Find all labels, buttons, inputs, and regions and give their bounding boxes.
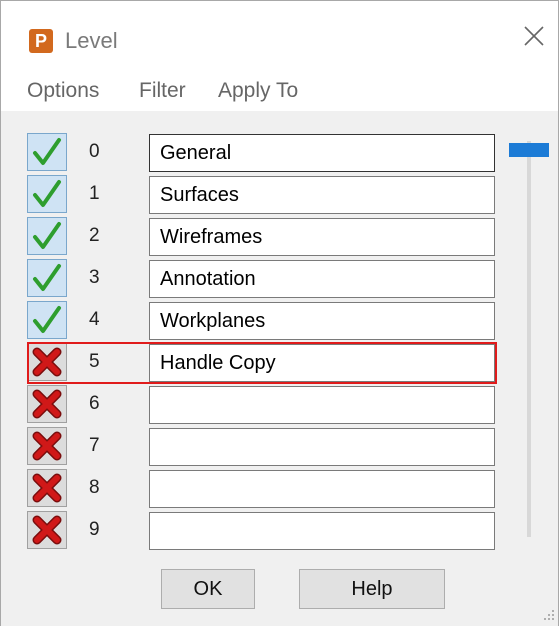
level-name-field[interactable]: Surfaces <box>149 176 495 214</box>
close-button[interactable] <box>519 21 549 51</box>
level-number: 9 <box>89 519 100 540</box>
level-name-field[interactable] <box>149 470 495 508</box>
level-number: 1 <box>89 183 100 204</box>
level-number: 3 <box>89 267 100 288</box>
ok-button[interactable]: OK <box>161 569 255 609</box>
level-row: 6 <box>1 385 521 427</box>
level-visibility-toggle[interactable] <box>27 175 67 213</box>
menu-options[interactable]: Options <box>27 79 99 103</box>
red-x-icon <box>32 515 62 545</box>
green-checkmark-icon <box>33 264 61 291</box>
level-name-field[interactable]: Annotation <box>149 260 495 298</box>
level-visibility-toggle[interactable] <box>27 259 67 297</box>
level-number: 7 <box>89 435 100 456</box>
level-row: 2 Wireframes <box>1 217 521 259</box>
level-name-field[interactable]: Handle Copy <box>149 344 495 382</box>
red-x-icon <box>32 473 62 503</box>
green-checkmark-icon <box>33 138 61 165</box>
level-row: 0 General <box>1 133 521 175</box>
level-row: 1 Surfaces <box>1 175 521 217</box>
level-name-field[interactable] <box>149 386 495 424</box>
resize-grip-icon[interactable] <box>541 607 555 621</box>
red-x-icon <box>32 389 62 419</box>
red-x-icon <box>32 347 62 377</box>
close-icon <box>524 26 544 46</box>
menu-filter[interactable]: Filter <box>139 79 186 103</box>
menu-bar: Options Filter Apply To <box>1 73 558 111</box>
help-button[interactable]: Help <box>299 569 445 609</box>
green-checkmark-icon <box>33 222 61 249</box>
green-checkmark-icon <box>33 306 61 333</box>
level-number: 2 <box>89 225 100 246</box>
level-visibility-toggle[interactable] <box>27 343 67 381</box>
level-visibility-toggle[interactable] <box>27 133 67 171</box>
green-checkmark-icon <box>33 180 61 207</box>
level-name-field[interactable] <box>149 428 495 466</box>
levels-panel: 0 General 1 Surfaces 2 Wireframes 3 Annotation 4… <box>1 111 558 626</box>
level-row: 4 Workplanes <box>1 301 521 343</box>
level-name-field[interactable] <box>149 512 495 550</box>
level-visibility-toggle[interactable] <box>27 427 67 465</box>
level-name-field[interactable]: Wireframes <box>149 218 495 256</box>
menu-apply-to[interactable]: Apply To <box>218 79 298 103</box>
level-number: 8 <box>89 477 100 498</box>
level-row: 5 Handle Copy <box>1 343 521 385</box>
app-logo-icon: P <box>29 29 53 53</box>
scrollbar-track <box>527 141 531 537</box>
level-visibility-toggle[interactable] <box>27 217 67 255</box>
level-visibility-toggle[interactable] <box>27 469 67 507</box>
level-row: 9 <box>1 511 521 553</box>
level-dialog: P Level Options Filter Apply To 0 General… <box>0 0 559 626</box>
level-number: 5 <box>89 351 100 372</box>
red-x-icon <box>32 431 62 461</box>
level-row: 3 Annotation <box>1 259 521 301</box>
scrollbar-thumb[interactable] <box>509 143 549 157</box>
level-visibility-toggle[interactable] <box>27 301 67 339</box>
level-name-field[interactable]: Workplanes <box>149 302 495 340</box>
vertical-scrollbar[interactable] <box>509 121 549 541</box>
level-number: 4 <box>89 309 100 330</box>
level-name-field[interactable]: General <box>149 134 495 172</box>
level-number: 6 <box>89 393 100 414</box>
level-number: 0 <box>89 141 100 162</box>
level-visibility-toggle[interactable] <box>27 385 67 423</box>
window-title: Level <box>65 28 118 53</box>
level-row: 7 <box>1 427 521 469</box>
level-row: 8 <box>1 469 521 511</box>
level-visibility-toggle[interactable] <box>27 511 67 549</box>
title-bar: P Level <box>1 1 558 73</box>
